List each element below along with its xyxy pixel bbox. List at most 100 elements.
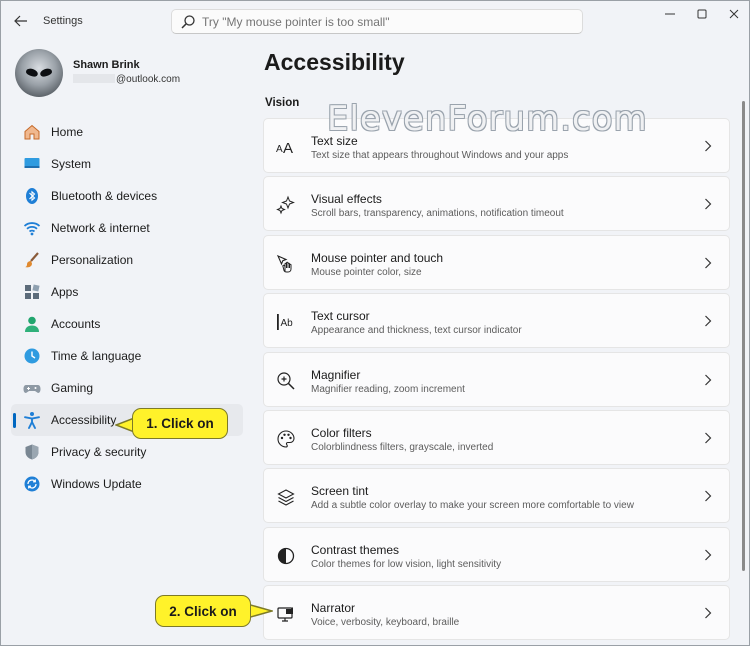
card-title: Magnifier [311, 367, 361, 382]
title-bar: Settings [1, 1, 749, 41]
sidebar-item-label: System [51, 157, 92, 171]
card-title: Mouse pointer and touch [311, 250, 444, 265]
magnifier-icon [276, 371, 296, 391]
chevron-right-icon [701, 255, 715, 271]
profile-email-text: @outlook.com [116, 74, 181, 85]
chevron-right-icon [701, 196, 715, 212]
accounts-icon [23, 315, 41, 333]
sidebar-item-label: Accessibility [51, 413, 117, 427]
wifi-icon [23, 219, 41, 237]
card-description: Color themes for low vision, light sensi… [311, 558, 502, 570]
contrast-icon [276, 546, 296, 566]
sparkle-icon [276, 195, 296, 215]
card-description: Mouse pointer color, size [311, 266, 422, 278]
card-screen-tint[interactable]: Screen tint Add a subtle color overlay t… [263, 468, 730, 524]
card-mouse-pointer-touch[interactable]: Mouse pointer and touch Mouse pointer co… [263, 234, 730, 290]
sidebar-item-label: Privacy & security [51, 445, 147, 459]
back-arrow-icon [14, 15, 27, 27]
sidebar-item-home[interactable]: Home [11, 116, 243, 148]
pointer-touch-icon [276, 254, 296, 274]
minimize-icon [665, 13, 675, 15]
card-color-filters[interactable]: Color filters Colorblindness filters, gr… [263, 409, 730, 465]
vertical-scrollbar[interactable] [742, 101, 745, 571]
card-narrator[interactable]: Narrator Voice, verbosity, keyboard, bra… [263, 585, 730, 641]
close-button[interactable] [717, 3, 749, 25]
card-visual-effects[interactable]: Visual effects Scroll bars, transparency… [263, 176, 730, 232]
back-button[interactable] [9, 9, 33, 33]
sidebar-item-label: Time & language [51, 349, 142, 363]
card-text-cursor[interactable]: Ab Text cursor Appearance and thickness,… [263, 293, 730, 349]
card-description: Text size that appears throughout Window… [311, 150, 569, 161]
svg-text:Ab: Ab [281, 318, 294, 329]
callout-1: 1. Click on [132, 408, 228, 439]
user-profile[interactable]: Shawn Brink @outlook.com [15, 49, 235, 97]
callout-2: 2. Click on [155, 595, 251, 627]
sidebar-item-system[interactable]: System [11, 148, 243, 180]
search-input[interactable] [202, 14, 562, 29]
profile-email: @outlook.com [73, 74, 180, 85]
sidebar-item-time-language[interactable]: Time & language [11, 340, 243, 372]
sidebar-item-label: Apps [51, 285, 79, 299]
sidebar-item-apps[interactable]: Apps [11, 276, 243, 308]
text-cursor-icon: Ab [276, 312, 296, 332]
layers-icon [276, 487, 296, 507]
sidebar-item-label: Accounts [51, 317, 101, 331]
search-box[interactable] [171, 9, 583, 34]
card-title: Color filters [311, 425, 372, 440]
clock-globe-icon [23, 347, 41, 365]
avatar [15, 49, 63, 97]
sidebar-item-privacy-security[interactable]: Privacy & security [11, 436, 243, 468]
sidebar-item-bluetooth[interactable]: Bluetooth & devices [11, 180, 243, 212]
card-title: Screen tint [311, 484, 369, 499]
system-icon [23, 155, 41, 173]
sidebar-item-label: Personalization [51, 253, 134, 267]
palette-icon [276, 429, 296, 449]
page-title: Accessibility [264, 49, 405, 75]
card-description: Appearance and thickness, text cursor in… [311, 325, 522, 337]
svg-text:A: A [283, 140, 293, 157]
sidebar-item-network[interactable]: Network & internet [11, 212, 243, 244]
brush-icon [23, 251, 41, 269]
narrator-icon [276, 604, 296, 624]
card-magnifier[interactable]: Magnifier Magnifier reading, zoom increm… [263, 351, 730, 407]
gamepad-icon [23, 379, 41, 397]
card-description: Magnifier reading, zoom increment [311, 383, 465, 395]
shield-icon [23, 443, 41, 461]
sidebar-item-accounts[interactable]: Accounts [11, 308, 243, 340]
card-description: Add a subtle color overlay to make your … [311, 500, 634, 512]
sidebar-item-label: Bluetooth & devices [51, 189, 158, 203]
card-title: Narrator [311, 601, 356, 616]
minimize-button[interactable] [653, 3, 687, 25]
settings-cards: AA Text size Text size that appears thro… [263, 118, 730, 644]
card-title: Text size [311, 134, 358, 148]
search-icon [181, 14, 195, 29]
home-icon [23, 123, 41, 141]
windows-update-icon [23, 475, 41, 493]
sidebar-item-label: Windows Update [51, 477, 142, 491]
settings-window: Settings Shawn Brink @outlook.com [0, 0, 750, 646]
sidebar-item-personalization[interactable]: Personalization [11, 244, 243, 276]
selection-indicator [13, 413, 16, 428]
profile-name: Shawn Brink [73, 59, 140, 71]
apps-icon [23, 283, 41, 301]
sidebar-item-label: Gaming [51, 381, 94, 395]
chevron-right-icon [701, 605, 715, 621]
chevron-right-icon [701, 488, 715, 504]
chevron-right-icon [701, 547, 715, 563]
card-text-size[interactable]: AA Text size Text size that appears thro… [263, 118, 730, 173]
maximize-button[interactable] [685, 3, 719, 25]
accessibility-icon [23, 411, 41, 429]
app-title: Settings [43, 15, 83, 27]
chevron-right-icon [701, 372, 715, 388]
card-contrast-themes[interactable]: Contrast themes Color themes for low vis… [263, 526, 730, 582]
sidebar-item-gaming[interactable]: Gaming [11, 372, 243, 404]
card-description: Colorblindness filters, grayscale, inver… [311, 441, 494, 453]
text-size-icon: AA [276, 137, 296, 157]
svg-text:A: A [276, 144, 283, 155]
bluetooth-icon [23, 187, 41, 205]
sidebar-item-windows-update[interactable]: Windows Update [11, 468, 243, 500]
section-title-vision: Vision [265, 97, 300, 109]
chevron-right-icon [701, 138, 715, 154]
sidebar-nav: Home System Bluetooth & devices Network … [11, 116, 243, 500]
card-title: Text cursor [311, 309, 370, 324]
